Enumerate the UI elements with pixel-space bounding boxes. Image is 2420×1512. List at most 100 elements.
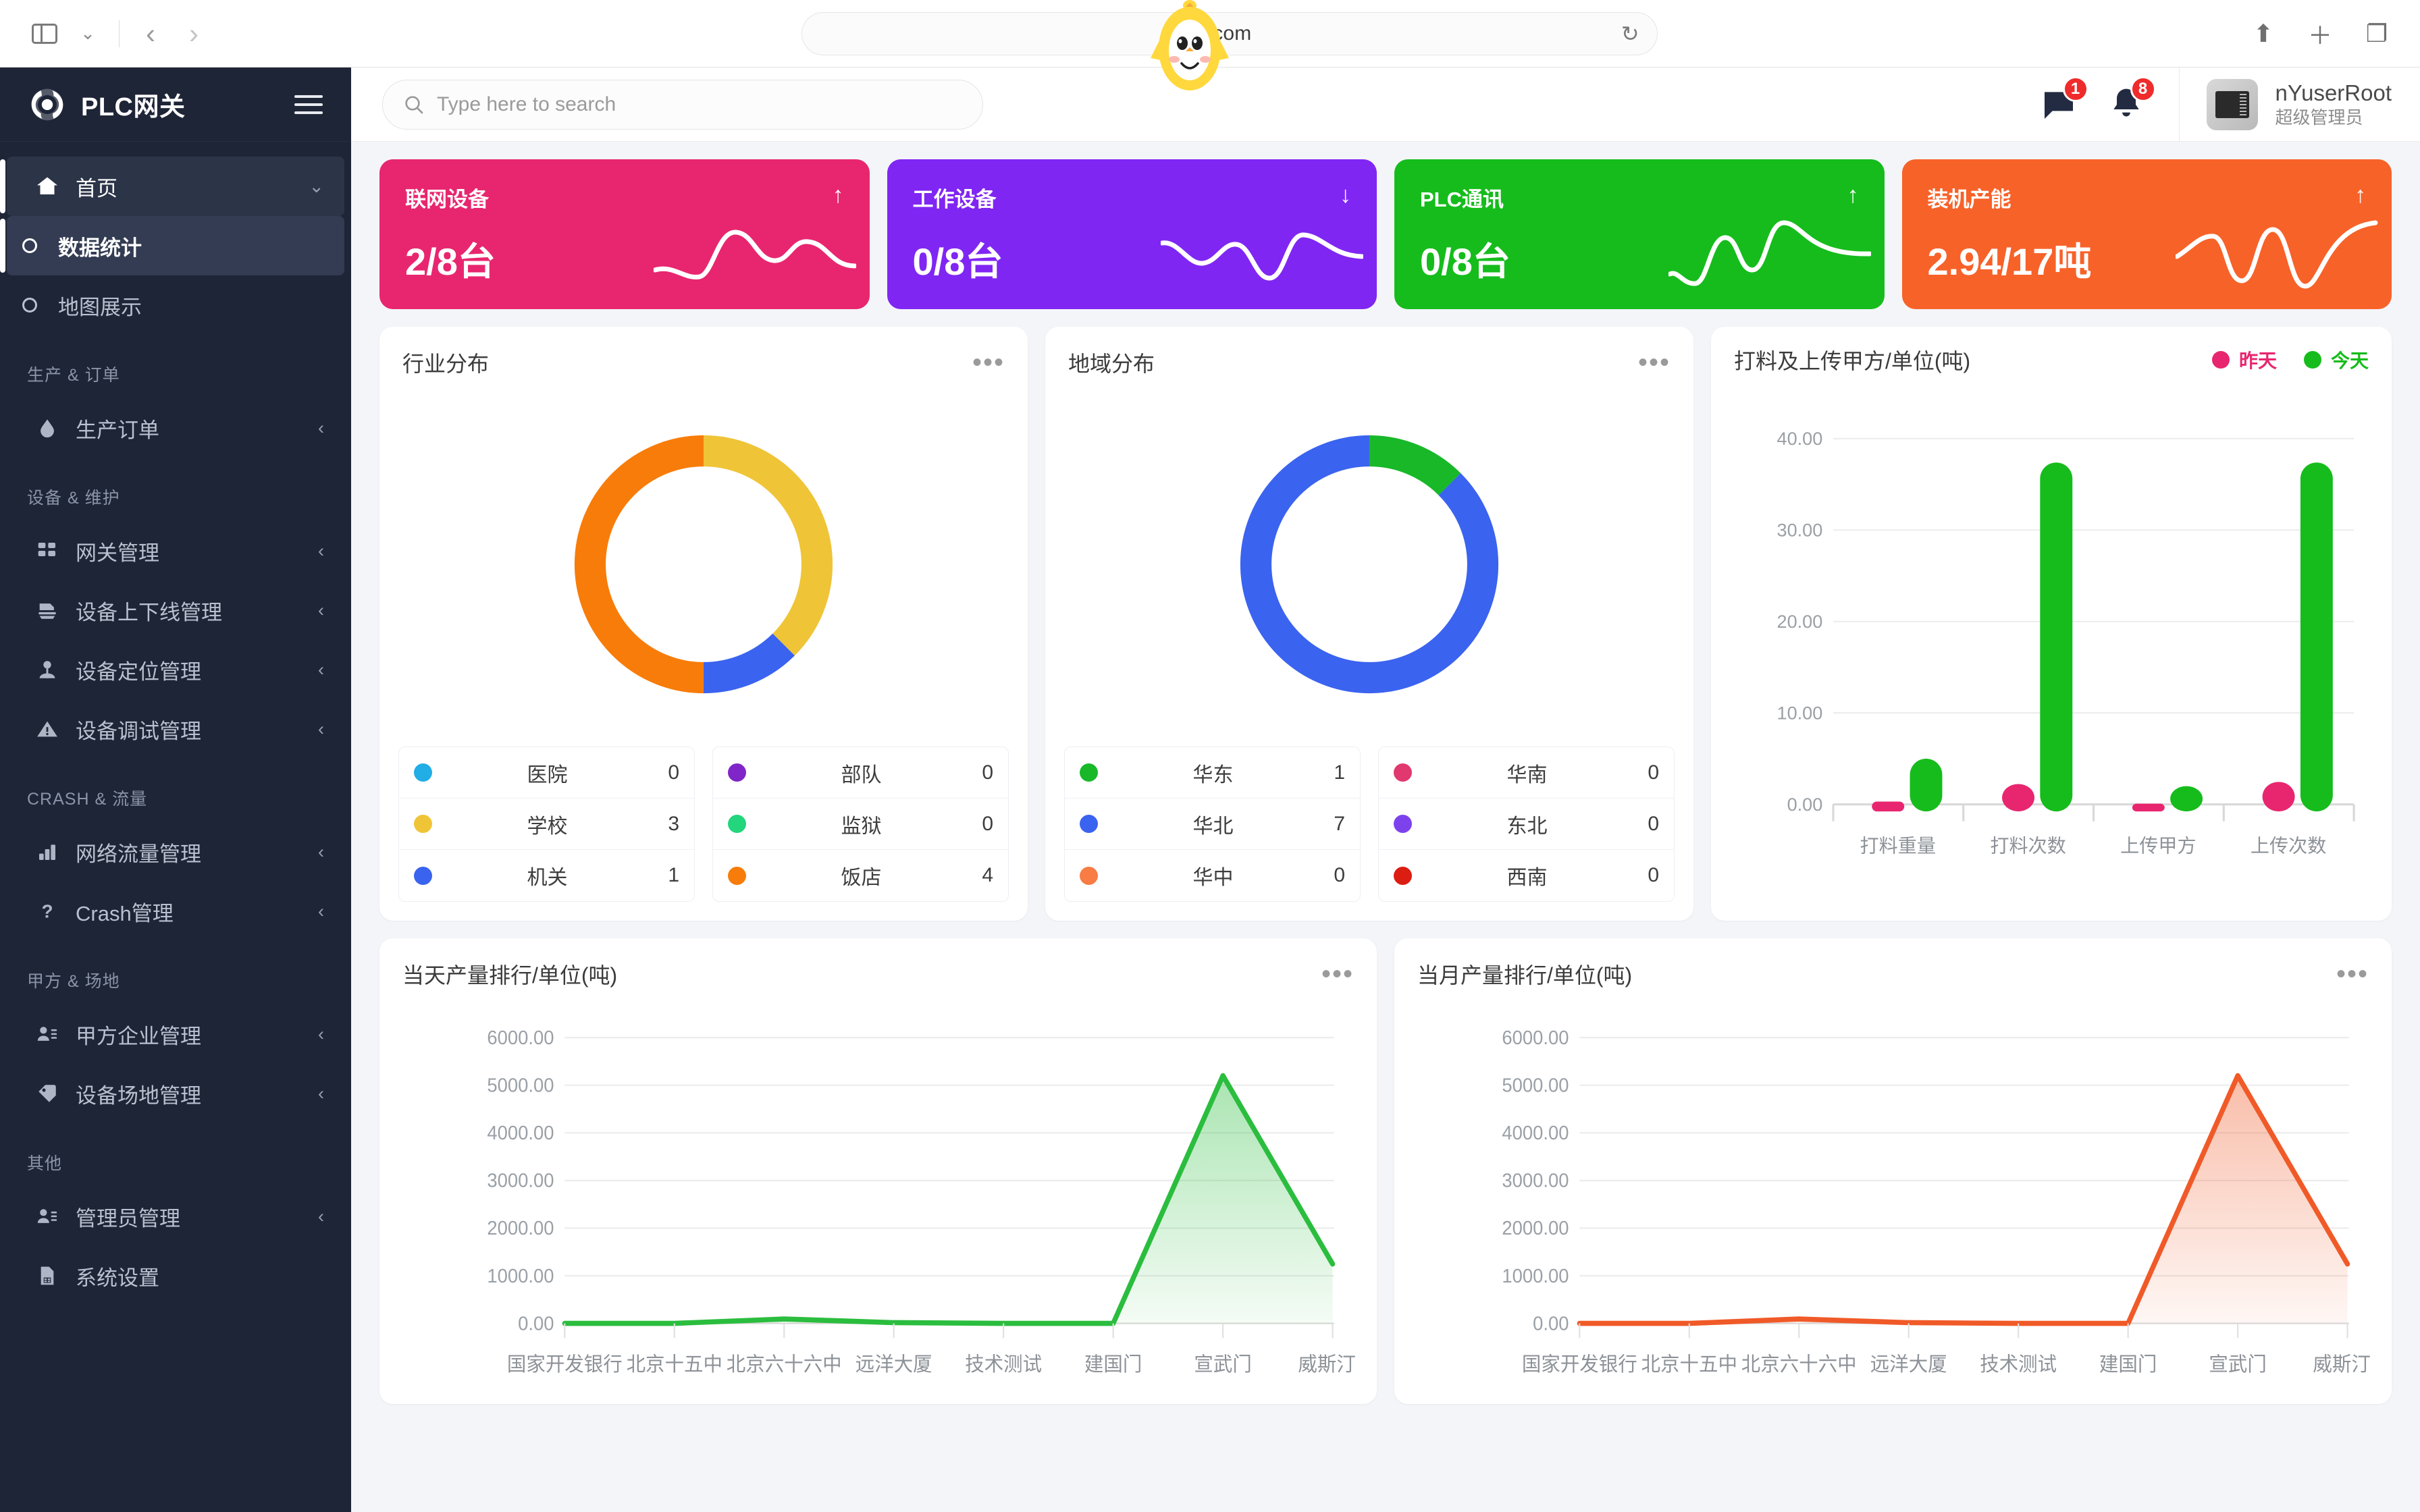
sidebar-item-label: 网关管理 xyxy=(76,541,159,565)
list-item[interactable]: 学校 3 xyxy=(399,799,694,850)
list-item[interactable]: 饭店 4 xyxy=(713,850,1008,901)
list-item[interactable]: 西南 0 xyxy=(1379,850,1674,901)
list-item[interactable]: 医院 0 xyxy=(399,747,694,799)
legend-dot-icon xyxy=(1080,815,1098,833)
sidebar-item-crash-management[interactable]: ? Crash管理 ‹ xyxy=(7,882,344,941)
sidebar-item-device-online-management[interactable]: 设备上下线管理 ‹ xyxy=(7,580,344,640)
legend-column-left: 华东 1 华北 7 华中 0 xyxy=(1064,747,1361,902)
sidebar-item-label: 设备场地管理 xyxy=(76,1083,201,1108)
svg-text:3000.00: 3000.00 xyxy=(487,1170,554,1191)
reload-icon[interactable]: ↻ xyxy=(1621,21,1639,47)
donut-svg xyxy=(574,435,833,694)
more-icon[interactable]: ••• xyxy=(1321,961,1354,988)
circle-icon xyxy=(16,238,43,253)
hamburger-icon[interactable] xyxy=(294,94,323,114)
chevron-left-icon: ‹ xyxy=(318,1083,324,1104)
list-item[interactable]: 华南 0 xyxy=(1379,747,1674,799)
user-list-icon xyxy=(34,1023,61,1046)
back-button[interactable]: ‹ xyxy=(129,12,172,55)
dashboard-content: 联网设备 ↑ 2/8台 工作设备 ↓ 0/8台 PLC通讯 ↑ 0/8台 装机产… xyxy=(351,142,2420,1512)
svg-text:0.00: 0.00 xyxy=(1533,1313,1569,1334)
tabs-icon[interactable]: ❐ xyxy=(2357,20,2397,48)
list-item[interactable]: 华北 7 xyxy=(1065,799,1360,850)
sidebar-toggle-button[interactable] xyxy=(23,12,66,55)
sidebar-item-label: 设备调试管理 xyxy=(76,719,201,743)
kpi-card-installed-capacity[interactable]: 装机产能 ↑ 2.94/17吨 xyxy=(1901,159,2392,309)
list-item[interactable]: 监狱 0 xyxy=(713,799,1008,850)
circle-icon xyxy=(16,298,43,313)
svg-text:?: ? xyxy=(41,900,53,921)
kpi-card-plc-communication[interactable]: PLC通讯 ↑ 0/8台 xyxy=(1394,159,1885,309)
more-icon[interactable]: ••• xyxy=(972,349,1005,376)
toolbar-divider xyxy=(119,20,120,47)
legend-label: 饭店 xyxy=(841,867,882,889)
kpi-row: 联网设备 ↑ 2/8台 工作设备 ↓ 0/8台 PLC通讯 ↑ 0/8台 装机产… xyxy=(379,159,2392,309)
kpi-title: PLC通讯 xyxy=(1420,188,1504,211)
more-icon[interactable]: ••• xyxy=(2336,961,2369,988)
share-icon[interactable]: ⬆ xyxy=(2243,20,2284,48)
sidebar-item-system-settings[interactable]: 系统设置 xyxy=(7,1246,344,1305)
sidebar-item-device-site-management[interactable]: 设备场地管理 ‹ xyxy=(7,1064,344,1123)
svg-text:上传次数: 上传次数 xyxy=(2251,836,2327,857)
chevron-left-icon: ‹ xyxy=(318,718,324,739)
forward-button[interactable]: › xyxy=(172,12,215,55)
kpi-card-connected-devices[interactable]: 联网设备 ↑ 2/8台 xyxy=(379,159,870,309)
list-item[interactable]: 华东 1 xyxy=(1065,747,1360,799)
more-icon[interactable]: ••• xyxy=(1638,349,1671,376)
sidebar-section-title: 甲方 & 场地 xyxy=(27,972,120,991)
sidebar-item-label: 生产订单 xyxy=(76,418,159,442)
avatar xyxy=(2206,78,2258,130)
brand-name: PLC网关 xyxy=(81,93,186,122)
svg-text:0.00: 0.00 xyxy=(1787,794,1823,815)
svg-text:威斯汀: 威斯汀 xyxy=(1298,1354,1355,1376)
sidebar-item-device-location-management[interactable]: 设备定位管理 ‹ xyxy=(7,640,344,699)
region-legend: 华东 1 华北 7 华中 0 华南 0 东北 0 西南 0 xyxy=(1045,747,1693,921)
legend-item-yesterday[interactable]: 昨天 xyxy=(2211,346,2277,373)
sparkline-icon xyxy=(1161,232,1363,281)
legend-item-today[interactable]: 今天 xyxy=(2303,346,2369,373)
sidebar-item-map-display[interactable]: 地图展示 xyxy=(7,275,344,335)
card-title: 当天产量排行/单位(吨) xyxy=(402,963,618,988)
messages-button[interactable]: 1 xyxy=(2040,76,2088,124)
chevron-left-icon: ‹ xyxy=(318,1023,324,1044)
list-item[interactable]: 华中 0 xyxy=(1065,850,1360,901)
sidebar-item-production-order[interactable]: 生产订单 ‹ xyxy=(7,398,344,458)
legend-value: 1 xyxy=(668,864,679,886)
user-profile[interactable]: nYuserRoot 超级管理员 xyxy=(2178,67,2420,142)
list-item[interactable]: 部队 0 xyxy=(713,747,1008,799)
list-item[interactable]: 东北 0 xyxy=(1379,799,1674,850)
sidebar-section-title: 生产 & 订单 xyxy=(27,366,120,385)
sidebar-item-client-enterprise-management[interactable]: 甲方企业管理 ‹ xyxy=(7,1004,344,1064)
search-input[interactable]: Type here to search xyxy=(382,79,983,130)
chevron-left-icon: ‹ xyxy=(318,599,324,620)
svg-text:10.00: 10.00 xyxy=(1777,703,1823,724)
list-item[interactable]: 机关 1 xyxy=(399,850,694,901)
legend-label: 华东 xyxy=(1192,763,1234,786)
sidebar-item-home[interactable]: 首页 ⌄ xyxy=(0,157,344,216)
industry-distribution-card: 行业分布 ••• 医院 0 学校 3 机关 1 部队 0 监狱 0 饭店 4 xyxy=(379,327,1028,921)
chevron-left-icon: ‹ xyxy=(318,540,324,561)
sidebar-item-admin-management[interactable]: 管理员管理 ‹ xyxy=(7,1187,344,1246)
question-icon: ? xyxy=(34,900,61,922)
legend-dot-icon xyxy=(2303,351,2321,369)
sidebar-section-title: 其他 xyxy=(27,1154,63,1173)
sidebar-item-network-traffic-management[interactable]: 网络流量管理 ‹ xyxy=(7,822,344,882)
app-shell: PLC网关 首页 ⌄ 数据统计 地图展示 生产 & 订单 生产订单 ‹ 设备 &… xyxy=(0,67,2420,1512)
daily-area-chart-svg: 6000.00 5000.00 4000.00 3000.00 2000.00 … xyxy=(487,1027,1356,1376)
sidebar-item-gateway-management[interactable]: 网关管理 ‹ xyxy=(7,521,344,580)
sidebar-item-device-debug-management[interactable]: 设备调试管理 ‹ xyxy=(7,699,344,759)
notifications-button[interactable]: 8 xyxy=(2107,76,2156,124)
svg-text:6000.00: 6000.00 xyxy=(487,1027,554,1048)
legend-value: 0 xyxy=(1648,761,1659,784)
sidebar-item-data-statistics[interactable]: 数据统计 xyxy=(0,216,344,275)
sidebar-menu-chevron-button[interactable]: ⌄ xyxy=(66,12,109,55)
legend-label: 西南 xyxy=(1506,867,1548,889)
svg-text:技术测试: 技术测试 xyxy=(965,1354,1042,1376)
drop-icon xyxy=(34,416,61,439)
legend-label: 今天 xyxy=(2330,350,2369,371)
legend-dot-icon xyxy=(728,866,746,885)
kpi-card-working-devices[interactable]: 工作设备 ↓ 0/8台 xyxy=(887,159,1377,309)
legend-label: 华南 xyxy=(1506,763,1548,786)
svg-text:威斯汀: 威斯汀 xyxy=(2313,1354,2370,1376)
plus-icon[interactable]: ＋ xyxy=(2300,16,2340,51)
